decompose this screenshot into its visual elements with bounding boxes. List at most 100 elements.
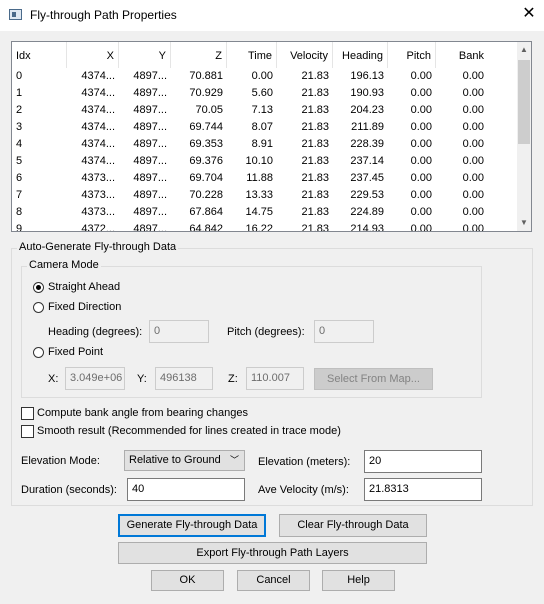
table-cell: 0.00 bbox=[462, 223, 484, 232]
table-cell: 70.228 bbox=[189, 189, 223, 201]
table-cell: 69.376 bbox=[189, 155, 223, 167]
table-scrollbar[interactable]: ▲ ▼ bbox=[517, 42, 531, 231]
window-title: Fly-through Path Properties bbox=[30, 8, 177, 22]
column-header-y[interactable]: Y bbox=[119, 42, 171, 68]
table-cell: 0.00 bbox=[462, 70, 484, 82]
table-cell: 1 bbox=[16, 87, 23, 99]
table-cell: 21.83 bbox=[301, 155, 329, 167]
table-cell: 8 bbox=[16, 206, 23, 218]
path-table[interactable]: Idx X Y Z Time Velocity Heading Pitch Ba… bbox=[11, 41, 532, 232]
column-header-velocity[interactable]: Velocity bbox=[277, 42, 333, 68]
straight-ahead-radio[interactable] bbox=[33, 282, 44, 293]
export-button[interactable]: Export Fly-through Path Layers bbox=[118, 542, 427, 564]
fixed-point-radio[interactable] bbox=[33, 347, 44, 358]
column-header-idx[interactable]: Idx bbox=[12, 42, 67, 68]
table-cell: 6 bbox=[16, 172, 23, 184]
fixed-direction-label[interactable]: Fixed Direction bbox=[48, 301, 121, 313]
table-cell: 21.83 bbox=[301, 172, 329, 184]
table-row[interactable]: 4 4374... 4897... 69.353 8.91 21.83 228.39 0.00… bbox=[12, 136, 516, 153]
table-cell: 0.00 bbox=[462, 206, 484, 218]
column-header-time[interactable]: Time bbox=[227, 42, 277, 68]
heading-field[interactable]: 0 bbox=[149, 320, 209, 343]
column-header-pitch[interactable]: Pitch bbox=[388, 42, 436, 68]
table-cell: 7.13 bbox=[251, 104, 273, 116]
table-cell: 0.00 bbox=[462, 172, 484, 184]
close-icon[interactable]: ✕ bbox=[519, 4, 539, 24]
duration-label: Duration (seconds): bbox=[21, 484, 117, 496]
table-cell: 5.60 bbox=[251, 87, 273, 99]
table-row[interactable]: 3 4374... 4897... 69.744 8.07 21.83 211.89 0.00… bbox=[12, 119, 516, 136]
cancel-button[interactable]: Cancel bbox=[237, 570, 310, 591]
table-cell: 196.13 bbox=[350, 70, 384, 82]
table-cell: 204.23 bbox=[350, 104, 384, 116]
table-cell: 2 bbox=[16, 104, 23, 116]
table-cell: 21.83 bbox=[301, 138, 329, 150]
table-cell: 21.83 bbox=[301, 206, 329, 218]
table-row[interactable]: 1 4374... 4897... 70.929 5.60 21.83 190.93 0.00… bbox=[12, 85, 516, 102]
table-cell: 229.53 bbox=[350, 189, 384, 201]
fixed-direction-radio[interactable] bbox=[33, 302, 44, 313]
scroll-up-icon[interactable]: ▲ bbox=[517, 42, 531, 58]
table-header: Idx X Y Z Time Velocity Heading Pitch Ba… bbox=[12, 42, 516, 68]
generate-button[interactable]: Generate Fly-through Data bbox=[118, 514, 266, 537]
pitch-label: Pitch (degrees): bbox=[227, 326, 305, 338]
table-cell: 4374... bbox=[81, 121, 115, 133]
table-row[interactable]: 0 4374... 4897... 70.881 0.00 21.83 196.13 0.00… bbox=[12, 68, 516, 85]
table-cell: 0.00 bbox=[462, 104, 484, 116]
table-row[interactable]: 7 4373... 4897... 70.228 13.33 21.83 229.53 0.0… bbox=[12, 187, 516, 204]
select-from-map-button[interactable]: Select From Map... bbox=[314, 368, 433, 390]
table-cell: 8.07 bbox=[251, 121, 273, 133]
table-cell: 4373... bbox=[81, 172, 115, 184]
column-header-heading[interactable]: Heading bbox=[333, 42, 388, 68]
elevation-field[interactable]: 20 bbox=[364, 450, 482, 473]
table-cell: 0.00 bbox=[410, 206, 432, 218]
table-cell: 4373... bbox=[81, 189, 115, 201]
pitch-field[interactable]: 0 bbox=[314, 320, 374, 343]
y-field[interactable]: 496138 bbox=[155, 367, 213, 390]
table-cell: 4897... bbox=[133, 223, 167, 232]
table-cell: 21.83 bbox=[301, 87, 329, 99]
table-cell: 67.864 bbox=[189, 206, 223, 218]
table-cell: 4374... bbox=[81, 70, 115, 82]
fixed-point-label[interactable]: Fixed Point bbox=[48, 346, 103, 358]
table-cell: 70.881 bbox=[189, 70, 223, 82]
table-cell: 4372... bbox=[81, 223, 115, 232]
table-cell: 4373... bbox=[81, 206, 115, 218]
column-header-z[interactable]: Z bbox=[171, 42, 227, 68]
table-cell: 69.744 bbox=[189, 121, 223, 133]
ok-button[interactable]: OK bbox=[151, 570, 224, 591]
ave-velocity-field[interactable]: 21.8313 bbox=[364, 478, 482, 501]
table-cell: 4 bbox=[16, 138, 23, 150]
clear-button[interactable]: Clear Fly-through Data bbox=[279, 514, 427, 537]
column-header-x[interactable]: X bbox=[67, 42, 119, 68]
table-cell: 4897... bbox=[133, 155, 167, 167]
table-row[interactable]: 2 4374... 4897... 70.05 7.13 21.83 204.23 0.00 0… bbox=[12, 102, 516, 119]
table-cell: 0 bbox=[16, 70, 23, 82]
z-field[interactable]: 110.007 bbox=[246, 367, 304, 390]
straight-ahead-label[interactable]: Straight Ahead bbox=[48, 281, 120, 293]
table-cell: 0.00 bbox=[410, 87, 432, 99]
table-cell: 3 bbox=[16, 121, 23, 133]
table-cell: 4374... bbox=[81, 104, 115, 116]
scroll-down-icon[interactable]: ▼ bbox=[517, 215, 531, 231]
table-cell: 21.83 bbox=[301, 121, 329, 133]
compute-bank-checkbox[interactable] bbox=[21, 407, 34, 420]
smooth-result-checkbox[interactable] bbox=[21, 425, 34, 438]
column-header-bank[interactable]: Bank bbox=[436, 42, 488, 68]
x-field[interactable]: 3.049e+06 bbox=[65, 367, 125, 390]
elevation-label: Elevation (meters): bbox=[258, 456, 351, 468]
compute-bank-label[interactable]: Compute bank angle from bearing changes bbox=[37, 407, 248, 419]
table-cell: 0.00 bbox=[410, 223, 432, 232]
smooth-result-label[interactable]: Smooth result (Recommended for lines cre… bbox=[37, 425, 341, 437]
table-cell: 228.39 bbox=[350, 138, 384, 150]
table-cell: 4374... bbox=[81, 138, 115, 150]
table-row[interactable]: 9 4372... 4897... 64.842 16.22 21.83 214.93 0.0… bbox=[12, 221, 516, 232]
elevation-mode-select[interactable]: Relative to Ground ﹀ bbox=[124, 450, 245, 471]
duration-field[interactable]: 40 bbox=[127, 478, 245, 501]
table-row[interactable]: 8 4373... 4897... 67.864 14.75 21.83 224.89 0.0… bbox=[12, 204, 516, 221]
table-row[interactable]: 6 4373... 4897... 69.704 11.88 21.83 237.45 0.0… bbox=[12, 170, 516, 187]
help-button[interactable]: Help bbox=[322, 570, 395, 591]
scroll-thumb[interactable] bbox=[518, 60, 530, 144]
table-row[interactable]: 5 4374... 4897... 69.376 10.10 21.83 237.14 0.0… bbox=[12, 153, 516, 170]
table-cell: 4897... bbox=[133, 121, 167, 133]
